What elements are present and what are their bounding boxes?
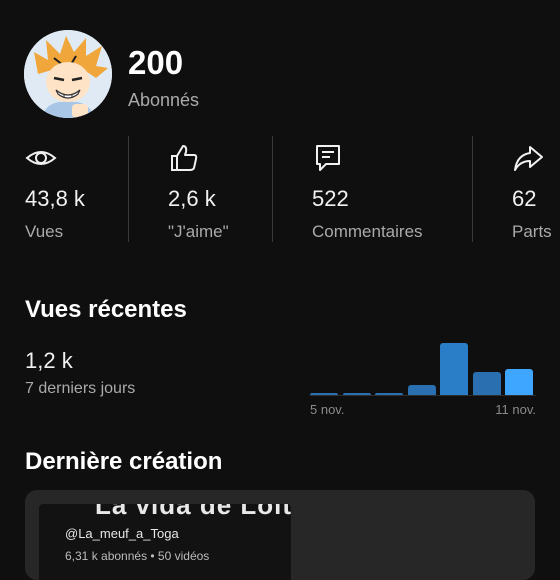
thumbnail-meta: 6,31 k abonnés • 50 vidéos: [65, 549, 210, 563]
stat-label: Parts: [512, 222, 552, 241]
stat-value: 62: [512, 186, 537, 211]
stat-label: "J'aime": [168, 222, 229, 241]
chart-bar: [473, 372, 501, 395]
eye-icon: [25, 151, 57, 165]
divider: [472, 136, 473, 242]
avatar[interactable]: [24, 30, 112, 118]
latest-creation-card[interactable]: La vida de Lolt @La_meuf_a_Toga 6,31 k a…: [25, 490, 535, 580]
chart-bar: [343, 393, 371, 395]
stat-label: Vues: [25, 222, 64, 241]
divider: [272, 136, 273, 242]
recent-views-chart[interactable]: 5 nov. 11 nov.: [310, 340, 536, 420]
thumbnail-handle: @La_meuf_a_Toga: [65, 526, 179, 541]
chart-bar: [440, 343, 468, 395]
recent-views-period: 7 derniers jours: [25, 380, 136, 397]
stat-value: 2,6 k: [168, 186, 216, 211]
stat-value: 43,8 k: [25, 186, 85, 211]
stat-value: 522: [312, 186, 349, 211]
recent-views-title: Vues récentes: [25, 296, 187, 323]
share-icon: [514, 146, 543, 171]
subscriber-label: Abonnés: [128, 90, 200, 110]
video-thumbnail[interactable]: La vida de Lolt @La_meuf_a_Toga 6,31 k a…: [39, 504, 291, 580]
chart-bar: [408, 385, 436, 395]
stat-label: Commentaires: [312, 222, 423, 241]
chart-bar: [505, 369, 533, 395]
stats-row: 43,8 k Vues 2,6 k "J'aime" 522 Commentai…: [0, 136, 560, 246]
subscriber-count: 200: [128, 44, 184, 81]
comment-icon: [316, 145, 340, 171]
channel-header: 200 Abonnés: [24, 30, 536, 120]
chart-tick-label: 11 nov.: [495, 402, 536, 417]
thumbs-up-icon: [171, 145, 198, 171]
recent-views-value: 1,2 k: [25, 348, 73, 373]
thumbnail-title: La vida de Lolt: [95, 504, 291, 520]
chart-tick-label: 5 nov.: [310, 402, 345, 417]
latest-creation-title: Dernière création: [25, 448, 223, 475]
chart-bar: [375, 393, 403, 395]
anime-avatar-icon: [24, 30, 112, 118]
divider: [128, 136, 129, 242]
chart-baseline: [310, 395, 536, 396]
chart-bar: [310, 393, 338, 395]
